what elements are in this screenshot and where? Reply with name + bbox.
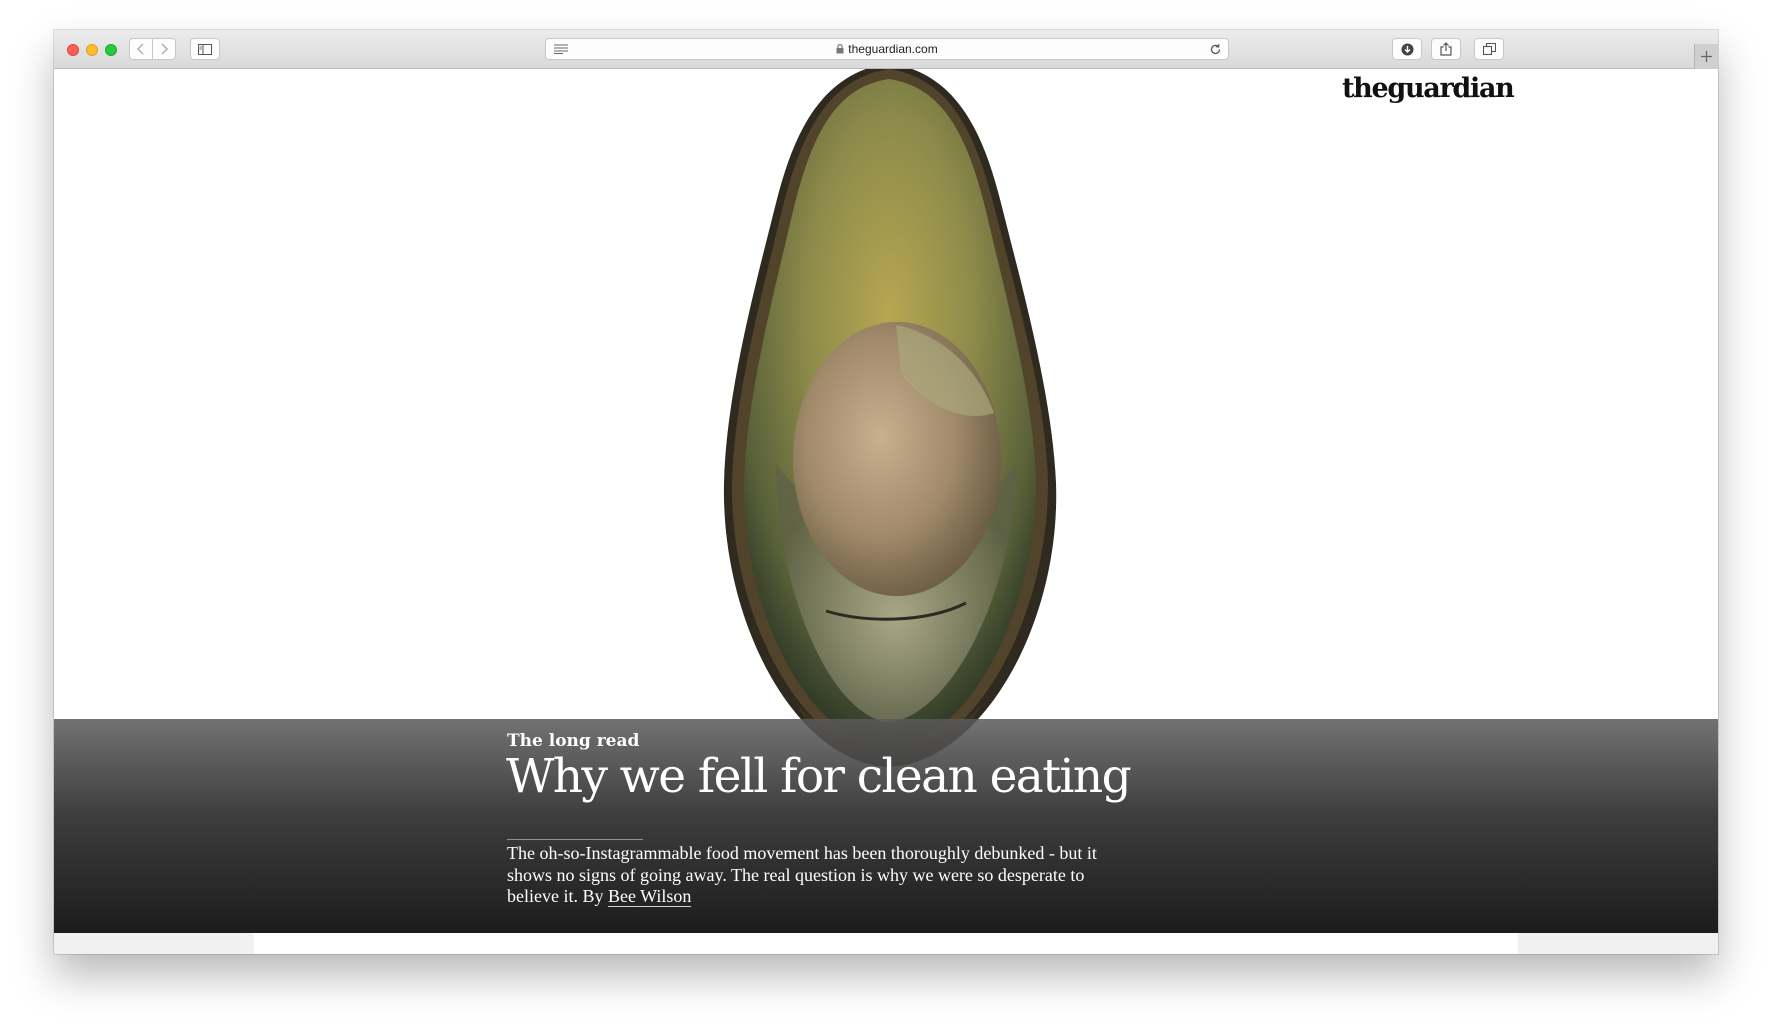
guardian-logo[interactable]: theguardian — [1342, 73, 1515, 104]
chevron-left-icon — [136, 43, 144, 55]
avocado-hero-image — [723, 69, 1057, 767]
content-strip — [54, 933, 1718, 954]
url-text: theguardian.com — [848, 42, 938, 56]
sidebar-icon — [198, 43, 212, 55]
back-button[interactable] — [129, 38, 153, 60]
author-link[interactable]: Bee Wilson — [607, 886, 692, 907]
chevron-right-icon — [161, 43, 169, 55]
url-display: theguardian.com — [546, 42, 1228, 56]
content-column — [254, 933, 1518, 954]
article-standfirst: The oh-so-Instagrammable food movement h… — [507, 843, 1127, 908]
plus-icon — [1701, 51, 1712, 62]
divider-rule — [507, 839, 643, 840]
article-headline: Why we fell for clean eating — [506, 749, 1132, 804]
downloads-button[interactable] — [1392, 38, 1422, 60]
download-icon — [1401, 43, 1413, 55]
browser-window: theguardian.com theguardian The long rea… — [54, 30, 1718, 954]
standfirst-text: The oh-so-Instagrammable food movement h… — [507, 843, 1097, 906]
share-button[interactable] — [1431, 38, 1461, 60]
browser-toolbar: theguardian.com — [54, 30, 1718, 69]
close-window-button[interactable] — [67, 44, 79, 56]
show-tabs-button[interactable] — [1474, 38, 1504, 60]
article-header-overlay: The long read Why we fell for clean eati… — [54, 719, 1718, 933]
address-bar[interactable]: theguardian.com — [545, 38, 1229, 60]
forward-button[interactable] — [152, 38, 176, 60]
share-icon — [1440, 42, 1452, 56]
zoom-window-button[interactable] — [105, 44, 117, 56]
new-tab-button[interactable] — [1694, 44, 1718, 69]
reload-icon[interactable] — [1209, 43, 1222, 56]
minimize-window-button[interactable] — [86, 44, 98, 56]
article-page: theguardian The long read Why we fell fo… — [54, 69, 1718, 954]
lock-icon — [836, 44, 844, 54]
tabs-icon — [1482, 43, 1496, 55]
sidebar-button[interactable] — [190, 38, 220, 60]
series-kicker[interactable]: The long read — [507, 731, 639, 751]
